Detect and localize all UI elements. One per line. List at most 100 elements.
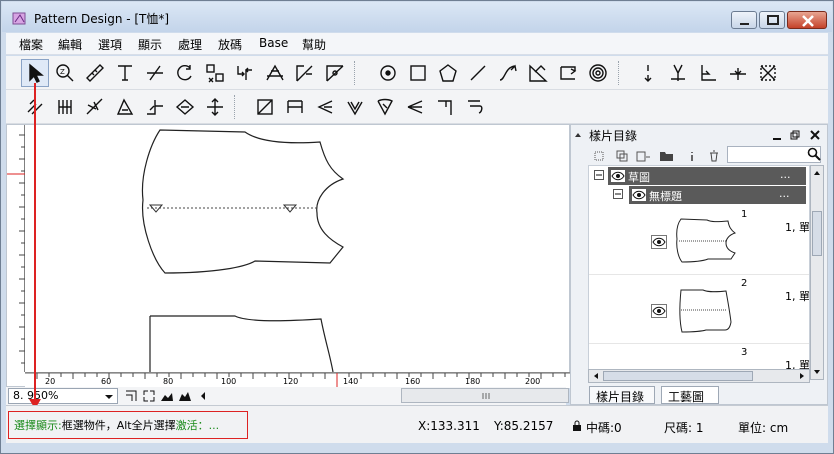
- line-icon[interactable]: [464, 59, 492, 87]
- fit-view-icon[interactable]: [124, 389, 138, 403]
- grading-box-icon[interactable]: [251, 93, 279, 121]
- pleat-icon[interactable]: [51, 93, 79, 121]
- adjust-point-icon[interactable]: [261, 59, 289, 87]
- tree-vertical-scrollbar[interactable]: [810, 165, 824, 380]
- scroll-up-icon[interactable]: [811, 167, 823, 179]
- secondary-toolbar: [6, 90, 828, 124]
- scroll-down-icon[interactable]: [811, 366, 823, 378]
- menu-display[interactable]: 顯示: [138, 36, 162, 53]
- scroll-thumb[interactable]: [603, 371, 753, 381]
- adjust-curve-icon[interactable]: [291, 59, 319, 87]
- visibility-eye-icon[interactable]: [611, 170, 625, 182]
- notch-cut-icon[interactable]: [664, 59, 692, 87]
- close-panel-icon[interactable]: [809, 129, 821, 141]
- mirror-icon[interactable]: [201, 59, 229, 87]
- search-icon[interactable]: [807, 147, 821, 161]
- flower-icon[interactable]: [371, 93, 399, 121]
- menu-options[interactable]: 選項: [98, 36, 122, 53]
- cut-line-icon[interactable]: [141, 59, 169, 87]
- fold-icon[interactable]: [81, 93, 109, 121]
- connect-icon[interactable]: [554, 59, 582, 87]
- visibility-eye-icon[interactable]: [651, 235, 667, 249]
- scroll-right-icon[interactable]: [796, 370, 808, 382]
- menu-process[interactable]: 處理: [178, 36, 202, 53]
- annotation-arrow-line: [34, 83, 36, 406]
- axis-icon[interactable]: [694, 59, 722, 87]
- status-hint-activate: 激活：...: [175, 419, 220, 432]
- panel-title: 樣片目錄: [589, 129, 638, 143]
- trash-icon[interactable]: [707, 149, 721, 163]
- mountain-icon[interactable]: [160, 389, 174, 403]
- piece-item[interactable]: 2 1, 單: [589, 276, 810, 344]
- menu-grading[interactable]: 放碼: [218, 36, 242, 53]
- tab-technical-drawing[interactable]: 工藝圖: [661, 386, 719, 404]
- zoom-select[interactable]: 8. 950%: [8, 388, 118, 404]
- piece-number: 2: [741, 278, 748, 289]
- menu-edit[interactable]: 編輯: [58, 36, 82, 53]
- paste-piece-icon[interactable]: [635, 149, 651, 163]
- copy-piece-icon[interactable]: [615, 149, 629, 163]
- float-panel-icon[interactable]: [789, 129, 801, 141]
- piece-thumbnail: [676, 218, 737, 263]
- dart-icon[interactable]: [724, 59, 752, 87]
- hook-icon[interactable]: [461, 93, 489, 121]
- width-tool-icon[interactable]: [281, 93, 309, 121]
- point-left-icon[interactable]: [311, 93, 339, 121]
- tab-piece-directory[interactable]: 樣片目錄: [589, 386, 655, 404]
- toolbar-separator: [234, 95, 236, 119]
- split-icon[interactable]: [141, 93, 169, 121]
- tree-child-row[interactable]: 無標題 ...: [629, 186, 806, 204]
- menu-help[interactable]: 幫助: [302, 36, 326, 53]
- expand-toggle-icon[interactable]: [594, 170, 605, 181]
- circle-point-icon[interactable]: [374, 59, 402, 87]
- add-piece-icon[interactable]: [593, 149, 607, 163]
- minimize-button[interactable]: [731, 11, 757, 29]
- pattern-drawing[interactable]: [25, 125, 571, 372]
- piece-info: 1, 單: [785, 290, 810, 303]
- polygon-icon[interactable]: [434, 59, 462, 87]
- visibility-eye-icon[interactable]: [651, 304, 667, 318]
- tree-horizontal-scrollbar[interactable]: [588, 369, 810, 383]
- diamond-icon[interactable]: [171, 93, 199, 121]
- close-button[interactable]: [787, 11, 827, 29]
- rectangle-icon[interactable]: [404, 59, 432, 87]
- text-icon[interactable]: [111, 59, 139, 87]
- info-icon[interactable]: [685, 149, 699, 163]
- collapse-arrow-icon[interactable]: [573, 130, 583, 140]
- corner-icon[interactable]: [431, 93, 459, 121]
- scroll-thumb[interactable]: [812, 211, 822, 256]
- open-folder-icon[interactable]: [659, 149, 675, 163]
- toolbar-separator: [618, 61, 620, 85]
- tree-group-ellipsis[interactable]: ...: [780, 168, 791, 181]
- rotate-icon[interactable]: [171, 59, 199, 87]
- horizontal-scrollbar[interactable]: [401, 388, 569, 403]
- measure-ruler-icon[interactable]: [81, 59, 109, 87]
- visibility-eye-icon[interactable]: [632, 189, 646, 201]
- minimize-panel-icon[interactable]: [771, 130, 783, 142]
- edit-curve-icon[interactable]: [524, 59, 552, 87]
- scroll-left-icon[interactable]: [590, 370, 602, 382]
- piece-item[interactable]: 1 1, 單: [589, 207, 809, 275]
- spiral-icon[interactable]: [584, 59, 612, 87]
- petal-icon[interactable]: [341, 93, 369, 121]
- add-point-icon[interactable]: [321, 59, 349, 87]
- design-canvas[interactable]: 20 60 80 100 120 140 160 180 200: [6, 124, 571, 389]
- maximize-button[interactable]: [759, 11, 785, 29]
- expand-toggle-icon[interactable]: [613, 189, 624, 200]
- swap-icon[interactable]: [231, 59, 259, 87]
- tree-group-row[interactable]: 草圖 ...: [608, 167, 806, 185]
- zoom-icon[interactable]: Z: [51, 59, 79, 87]
- menu-base[interactable]: Base: [259, 36, 288, 50]
- mountain-filled-icon[interactable]: [178, 389, 192, 403]
- scroll-left-icon[interactable]: [198, 389, 208, 403]
- angle-icon[interactable]: [111, 93, 139, 121]
- move-icon[interactable]: [201, 93, 229, 121]
- fullscreen-icon[interactable]: [142, 389, 156, 403]
- grid-mark-icon[interactable]: [754, 59, 782, 87]
- tree-child-ellipsis[interactable]: ...: [779, 187, 790, 200]
- notch-icon[interactable]: [634, 59, 662, 87]
- menu-file[interactable]: 檔案: [19, 36, 43, 53]
- curve-icon[interactable]: [494, 59, 522, 87]
- fan-icon[interactable]: [401, 93, 429, 121]
- status-hint: 選擇顯示: 框選物件，Alt全片選擇 激活：...: [8, 411, 248, 439]
